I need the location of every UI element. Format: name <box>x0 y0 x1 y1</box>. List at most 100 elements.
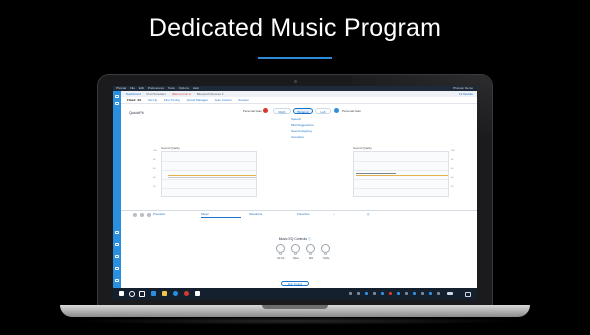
taskbar <box>113 288 477 300</box>
tray-icon[interactable] <box>429 292 432 295</box>
tray-icon[interactable] <box>413 292 416 295</box>
eq-slot <box>324 252 327 255</box>
program-toolbar: Precision Music Situations Favorites + ◎ <box>121 211 477 218</box>
laptop-shadow <box>70 317 520 325</box>
tab-precision[interactable]: Precision <box>153 211 165 218</box>
subnav-session[interactable]: Session <box>238 97 249 103</box>
start-icon[interactable] <box>119 291 124 296</box>
clock-icon[interactable] <box>447 292 453 295</box>
eq-label-treble: Treble <box>322 257 330 260</box>
subnav-fitted[interactable]: Fitted: 4/4 <box>127 97 141 103</box>
menu-file[interactable]: File <box>130 86 135 90</box>
reset-icon[interactable] <box>147 212 151 217</box>
info-icon[interactable]: ⓘ <box>308 237 311 241</box>
subnav-fine-tuning[interactable]: Fine Tuning <box>164 97 180 103</box>
undo-icon[interactable] <box>133 212 137 217</box>
left-volume-label: Personal Gain <box>342 109 362 113</box>
subnav-setup[interactable]: Set Up <box>148 97 157 103</box>
settings-icon[interactable] <box>115 243 119 246</box>
option-sound-hopping[interactable]: Sound Hopping <box>291 129 312 133</box>
menu-icon[interactable] <box>115 95 119 98</box>
right-ytick: 60 <box>451 168 454 170</box>
menu-preferences[interactable]: Preferences <box>148 86 164 90</box>
right-plot-target <box>356 173 396 174</box>
subnav-auto-control[interactable]: Auto Control <box>215 97 232 103</box>
laptop-notch <box>262 305 328 309</box>
tray-icon[interactable] <box>381 292 384 295</box>
tray-icon[interactable] <box>405 292 408 295</box>
tray-icon[interactable] <box>389 292 392 295</box>
tray-icon[interactable] <box>437 292 440 295</box>
right-ear-indicator[interactable] <box>263 108 268 113</box>
left-ytick: 80 <box>153 159 156 161</box>
tab-favorites[interactable]: Favorites <box>297 211 309 218</box>
store-icon[interactable] <box>195 291 200 296</box>
subnav-sound-manager[interactable]: Sound Manager <box>187 97 208 103</box>
fitting-subnav: Fitted: 4/4 Set Up Fine Tuning Sound Man… <box>121 97 477 104</box>
left-ytick: 60 <box>153 168 156 170</box>
laptop-screen: Phonak File Edit Preferences Tools Optio… <box>113 86 477 300</box>
toolbar-info-icon[interactable]: ◎ <box>367 211 370 218</box>
left-ytick: 40 <box>153 177 156 179</box>
save-icon[interactable] <box>115 267 119 270</box>
left-ytick: 20 <box>153 186 156 188</box>
left-plot-label: Sound Quality <box>161 146 180 150</box>
notification-icon[interactable] <box>465 292 471 297</box>
tray-icon[interactable] <box>357 292 360 295</box>
eq-title: Music EQ Controls ⓘ <box>113 236 477 241</box>
option-acoustics[interactable]: Acoustics <box>291 135 304 139</box>
tray-icon[interactable] <box>421 292 424 295</box>
eq-title-text: Music EQ Controls <box>278 237 307 241</box>
option-speech[interactable]: Speech <box>291 117 301 121</box>
right-plot-curve <box>356 175 448 176</box>
search-icon[interactable] <box>129 291 135 297</box>
quickfit-title: QuickFit <box>129 110 144 115</box>
right-ytick: 100 <box>451 150 455 152</box>
left-sidebar <box>113 91 121 288</box>
right-volume-label: Personal Gain <box>243 109 263 113</box>
media-icon[interactable] <box>184 291 189 296</box>
tools-icon[interactable] <box>115 231 119 234</box>
left-plot-target <box>168 177 256 178</box>
menu-help[interactable]: Help <box>193 86 199 90</box>
tray-icon[interactable] <box>349 292 352 295</box>
right-ytick: 40 <box>451 177 454 179</box>
window-title: Phonak <box>116 86 127 90</box>
tab-situations[interactable]: Situations <box>249 211 262 218</box>
left-ytick: 100 <box>153 150 157 152</box>
exit-icon[interactable] <box>115 279 119 282</box>
right-button[interactable]: Right <box>273 108 291 114</box>
left-plot-curve <box>168 175 256 176</box>
toolbar-more-icon[interactable]: + <box>333 211 335 218</box>
slide-title: Dedicated Music Program <box>148 14 442 42</box>
title-underline <box>258 57 332 59</box>
menu-tools[interactable]: Tools <box>168 86 175 90</box>
right-ytick: 80 <box>451 159 454 161</box>
binaural-button[interactable]: Binaural <box>293 108 313 114</box>
tray-icon[interactable] <box>397 292 400 295</box>
menu-options[interactable]: Options <box>179 86 189 90</box>
redo-icon[interactable] <box>140 212 144 217</box>
tray-icon[interactable] <box>373 292 376 295</box>
right-plot-label: Sound Quality <box>353 146 372 150</box>
client-icon[interactable] <box>115 102 119 105</box>
option-mild[interactable]: Mild Suggestions <box>291 123 314 127</box>
eq-slot <box>309 252 312 255</box>
eq-label-all: All Ind. <box>277 257 285 260</box>
folder-icon[interactable] <box>162 291 167 296</box>
right-plot <box>353 151 449 197</box>
left-button[interactable]: Left <box>315 108 331 114</box>
eq-label-bass: Bass <box>293 257 299 260</box>
eq-label-mid: Mid <box>308 257 314 260</box>
eq-slot <box>279 252 282 255</box>
edge-icon[interactable] <box>151 291 156 296</box>
phonak-app-icon[interactable] <box>173 291 178 296</box>
active-tab-underline <box>201 217 241 218</box>
webcam-icon <box>294 80 297 83</box>
tray-icon[interactable] <box>365 292 368 295</box>
left-ear-indicator[interactable] <box>334 108 339 113</box>
help-icon[interactable] <box>115 255 119 258</box>
menu-edit[interactable]: Edit <box>139 86 144 90</box>
run-tuning-button[interactable]: Run Tuning <box>281 281 309 286</box>
task-view-icon[interactable] <box>139 291 145 297</box>
